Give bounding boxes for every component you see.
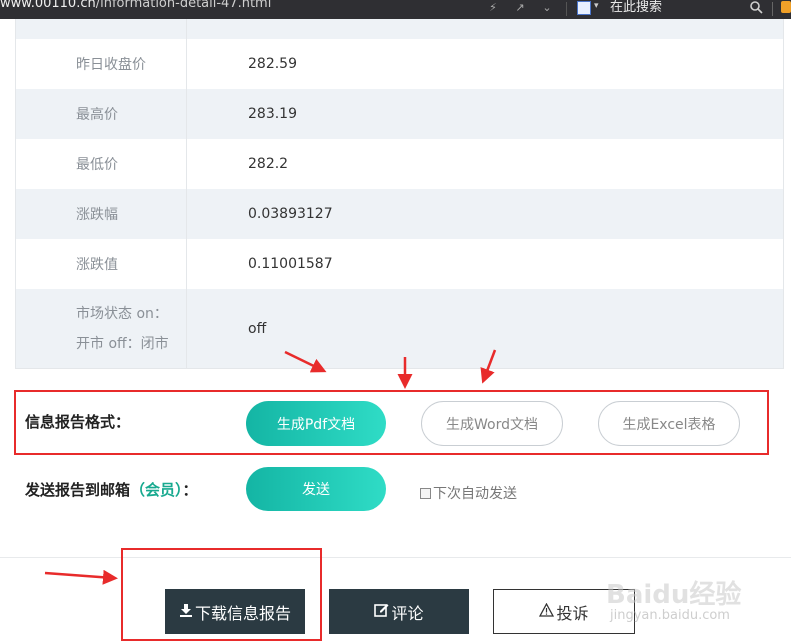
table-cell-value — [187, 19, 783, 39]
status-label-line1: 市场状态 on： — [76, 305, 168, 322]
member-tag: （会员） — [130, 481, 183, 499]
table-cell-label: 昨日收盘价 — [16, 39, 187, 89]
report-format-label: 信息报告格式： — [25, 413, 131, 431]
download-icon — [179, 603, 193, 621]
table-cell-label: 涨跌值 — [16, 239, 187, 289]
url-path: /information-detail-47.html — [95, 0, 272, 11]
toolbar-divider — [772, 2, 773, 16]
table-cell-value: off — [248, 320, 267, 337]
table-cell-value: 282.59 — [248, 56, 297, 72]
send-button[interactable]: 发送 — [246, 467, 386, 511]
search-input[interactable]: 在此搜索 — [610, 0, 662, 15]
annotation-arrow — [44, 569, 118, 585]
warning-icon — [539, 602, 555, 621]
status-label-line2: 开市 off：闭市 — [76, 335, 169, 352]
section-divider — [0, 557, 791, 558]
table-row-partial — [16, 19, 783, 39]
address-bar[interactable]: www.00110.cn/information-detail-47.html — [0, 0, 271, 11]
table-cell-value: 0.11001587 — [248, 256, 333, 272]
report-label: 投诉 — [556, 603, 589, 623]
extension-icon[interactable] — [781, 1, 791, 13]
generate-word-button[interactable]: 生成Word文档 — [421, 401, 563, 446]
table-row: 最低价 282.2 — [16, 139, 783, 189]
market-data-table: 昨日收盘价 282.59 最高价 283.19 最低价 282.2 涨跌幅 0.… — [15, 19, 784, 369]
table-row: 昨日收盘价 282.59 — [16, 39, 783, 89]
table-row: 涨跌幅 0.03893127 — [16, 189, 783, 239]
download-report-button[interactable]: 下载信息报告 — [165, 589, 305, 634]
lightning-icon[interactable]: ⚡ — [486, 1, 500, 15]
table-cell-value: 0.03893127 — [248, 206, 333, 222]
browser-toolbar: www.00110.cn/information-detail-47.html … — [0, 0, 791, 19]
table-cell-label — [16, 19, 187, 39]
email-label-colon: ： — [182, 481, 198, 499]
email-report-label: 发送报告到邮箱（会员）： — [25, 479, 198, 500]
search-icon[interactable] — [749, 0, 763, 14]
engine-dropdown-icon[interactable]: ▾ — [594, 1, 599, 11]
generate-excel-button[interactable]: 生成Excel表格 — [598, 401, 740, 446]
auto-send-label: 下次自动发送 — [433, 486, 517, 502]
generate-pdf-button[interactable]: 生成Pdf文档 — [246, 401, 386, 446]
share-icon[interactable]: ↗ — [513, 1, 527, 15]
comment-button[interactable]: 评论 — [329, 589, 469, 634]
table-cell-label: 市场状态 on： 开市 off：闭市 — [16, 289, 187, 368]
watermark-domain: jingyan.baidu.com — [610, 608, 730, 623]
comment-label: 评论 — [391, 603, 424, 623]
download-label: 下载信息报告 — [194, 603, 291, 623]
table-row: 最高价 283.19 — [16, 89, 783, 139]
table-row-market-status: 市场状态 on： 开市 off：闭市 off — [16, 289, 783, 368]
email-label-text: 发送报告到邮箱 — [25, 481, 131, 499]
table-row: 涨跌值 0.11001587 — [16, 239, 783, 289]
table-cell-label: 涨跌幅 — [16, 189, 187, 239]
table-cell-value: 282.2 — [248, 156, 289, 172]
edit-icon — [374, 602, 389, 621]
chevron-down-icon[interactable]: ⌄ — [540, 1, 554, 15]
auto-send-option[interactable]: 下次自动发送 — [420, 483, 517, 503]
toolbar-divider — [566, 2, 567, 16]
url-host: www.00110.cn — [0, 0, 96, 11]
watermark-brand: Baidu经验 — [606, 580, 742, 610]
search-engine-icon[interactable] — [577, 1, 591, 15]
auto-send-checkbox[interactable] — [420, 487, 431, 499]
table-cell-label: 最低价 — [16, 139, 187, 189]
table-cell-label: 最高价 — [16, 89, 187, 139]
table-cell-value: 283.19 — [248, 106, 297, 122]
watermark: Baidu经验 jingyan.baidu.com — [606, 574, 766, 634]
